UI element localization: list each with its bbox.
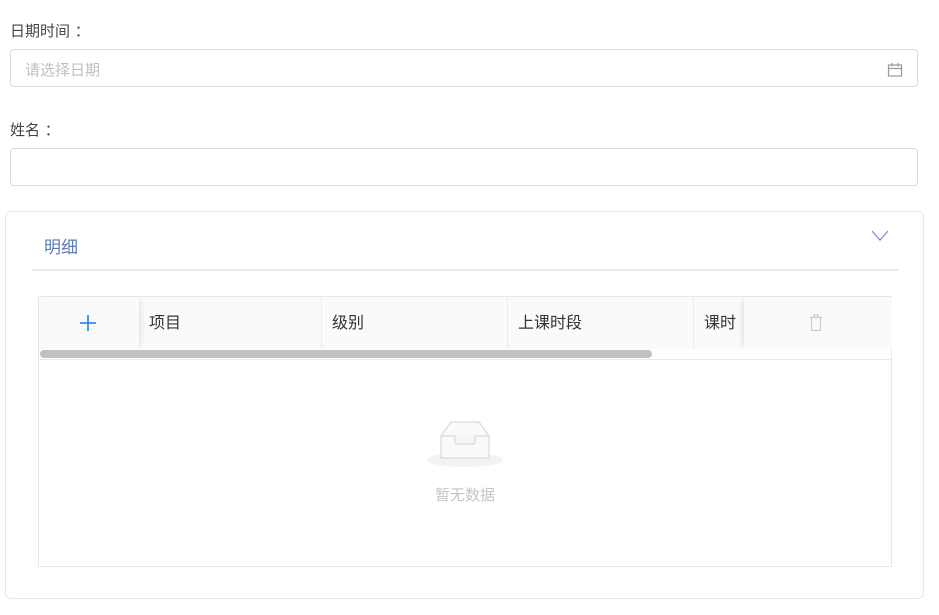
chevron-down-icon[interactable] <box>871 230 889 242</box>
detail-panel: 明细 项目 级别 上课时段 课时 暂无数据 <box>5 211 924 599</box>
empty-state: 暂无数据 <box>39 359 891 567</box>
plus-icon[interactable] <box>79 314 97 332</box>
trash-icon[interactable] <box>809 314 823 332</box>
calendar-icon[interactable] <box>887 62 903 78</box>
panel-divider <box>32 269 898 271</box>
scrollbar-thumb[interactable] <box>40 350 652 358</box>
column-header-class-time: 上课时段 <box>508 297 694 349</box>
column-header-item: 项目 <box>139 297 322 349</box>
date-field-label: 日期时间 ： <box>10 22 90 40</box>
delete-column-cell <box>744 297 892 349</box>
add-row-cell[interactable] <box>39 297 139 349</box>
date-picker-input[interactable]: 请选择日期 <box>10 49 918 87</box>
horizontal-scrollbar[interactable] <box>39 349 891 359</box>
panel-title: 明细 <box>44 238 78 258</box>
table-header: 项目 级别 上课时段 课时 <box>39 297 892 350</box>
column-header-level: 级别 <box>322 297 508 349</box>
empty-inbox-icon <box>427 421 503 467</box>
name-input[interactable] <box>10 148 918 186</box>
name-field-label: 姓名 ： <box>10 121 60 139</box>
detail-table: 项目 级别 上课时段 课时 暂无数据 <box>38 296 892 567</box>
date-placeholder: 请选择日期 <box>25 61 101 79</box>
empty-state-text: 暂无数据 <box>434 486 495 504</box>
